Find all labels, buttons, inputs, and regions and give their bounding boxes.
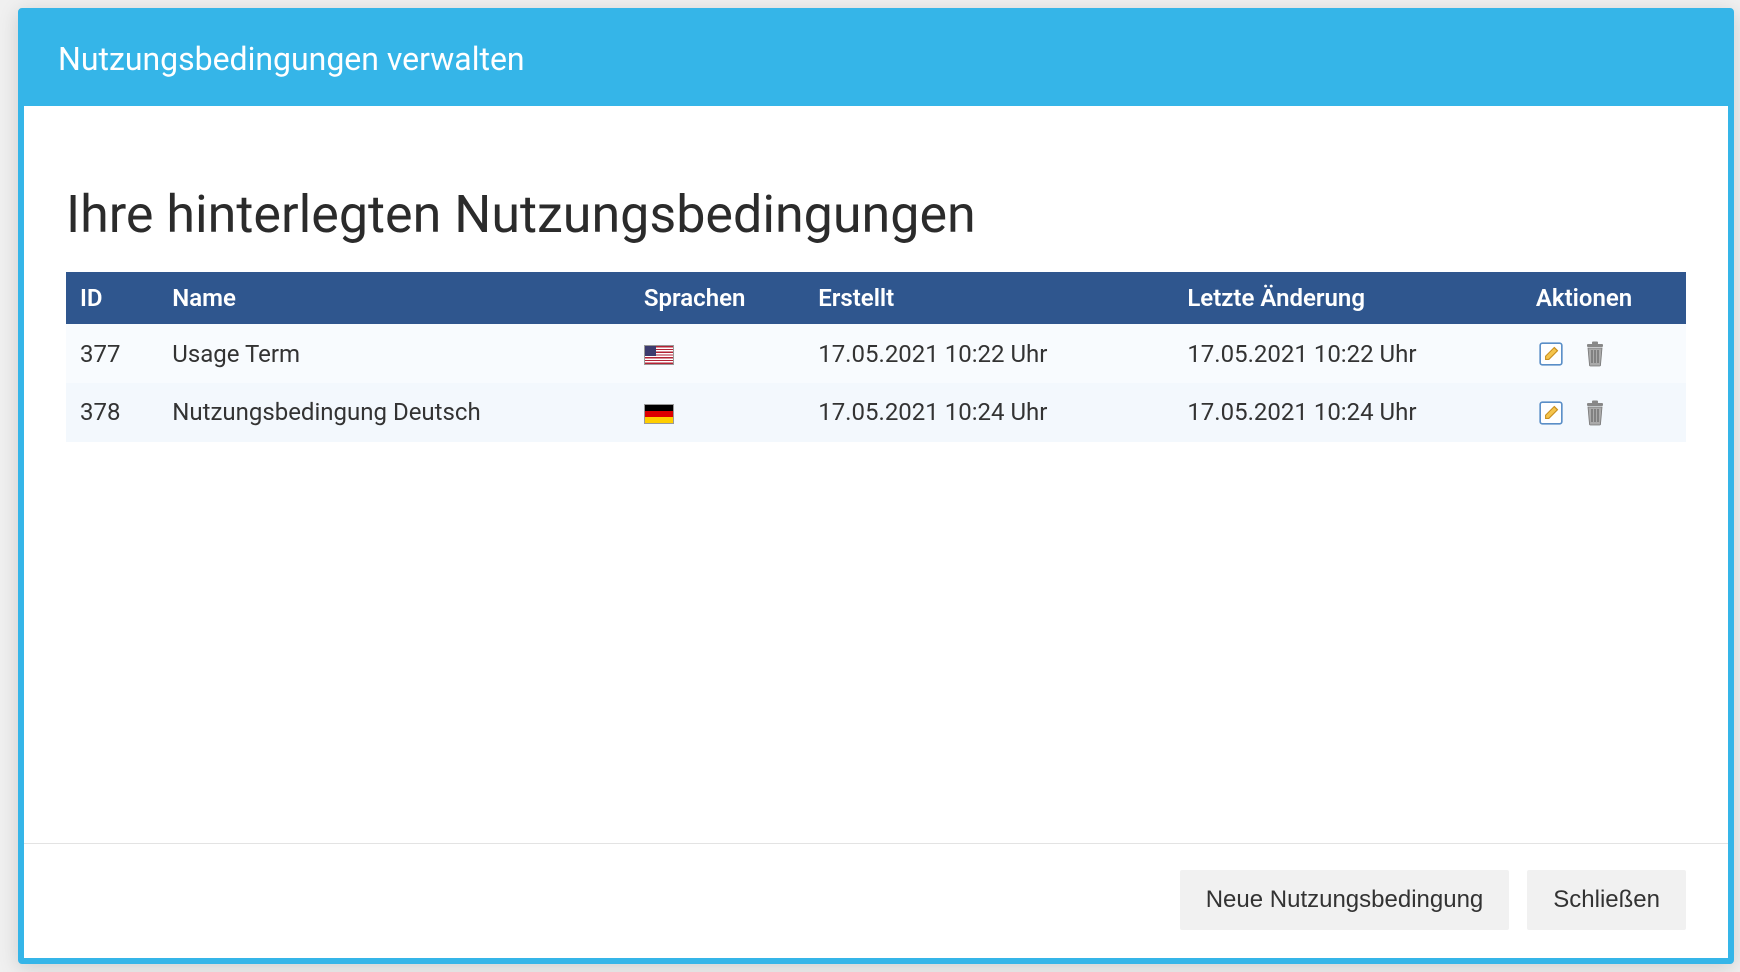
col-header-last-change: Letzte Änderung <box>1173 272 1522 324</box>
cell-language <box>630 383 804 442</box>
modal-title: Nutzungsbedingungen verwalten <box>24 14 1728 106</box>
col-header-created: Erstellt <box>804 272 1173 324</box>
col-header-actions: Aktionen <box>1522 272 1686 324</box>
trash-icon <box>1583 341 1607 367</box>
delete-button[interactable] <box>1580 339 1610 369</box>
col-header-id: ID <box>66 272 158 324</box>
modal-footer: Neue Nutzungsbedingung Schließen <box>24 843 1728 958</box>
cell-language <box>630 324 804 383</box>
table-header-row: ID Name Sprachen Erstellt Letzte Änderun… <box>66 272 1686 324</box>
col-header-name: Name <box>158 272 630 324</box>
cell-id: 377 <box>66 324 158 383</box>
delete-button[interactable] <box>1580 398 1610 428</box>
cell-last-change: 17.05.2021 10:22 Uhr <box>1173 324 1522 383</box>
table-row: 378 Nutzungsbedingung Deutsch 17.05.2021… <box>66 383 1686 442</box>
close-button[interactable]: Schließen <box>1527 870 1686 930</box>
cell-name: Usage Term <box>158 324 630 383</box>
modal-body: Ihre hinterlegten Nutzungsbedingungen ID… <box>24 106 1728 843</box>
cell-name: Nutzungsbedingung Deutsch <box>158 383 630 442</box>
flag-de-icon <box>644 404 674 424</box>
cell-created: 17.05.2021 10:22 Uhr <box>804 324 1173 383</box>
edit-icon <box>1538 400 1564 426</box>
cell-actions <box>1522 383 1686 442</box>
new-term-button[interactable]: Neue Nutzungsbedingung <box>1180 870 1510 930</box>
cell-created: 17.05.2021 10:24 Uhr <box>804 383 1173 442</box>
edit-button[interactable] <box>1536 398 1566 428</box>
cell-last-change: 17.05.2021 10:24 Uhr <box>1173 383 1522 442</box>
cell-id: 378 <box>66 383 158 442</box>
table-row: 377 Usage Term 17.05.2021 10:22 Uhr 17.0… <box>66 324 1686 383</box>
edit-icon <box>1538 341 1564 367</box>
section-heading: Ihre hinterlegten Nutzungsbedingungen <box>66 186 1686 244</box>
flag-us-icon <box>644 345 674 365</box>
col-header-languages: Sprachen <box>630 272 804 324</box>
cell-actions <box>1522 324 1686 383</box>
terms-table: ID Name Sprachen Erstellt Letzte Änderun… <box>66 272 1686 441</box>
trash-icon <box>1583 400 1607 426</box>
modal-manage-terms: Nutzungsbedingungen verwalten Ihre hinte… <box>18 8 1734 964</box>
edit-button[interactable] <box>1536 339 1566 369</box>
